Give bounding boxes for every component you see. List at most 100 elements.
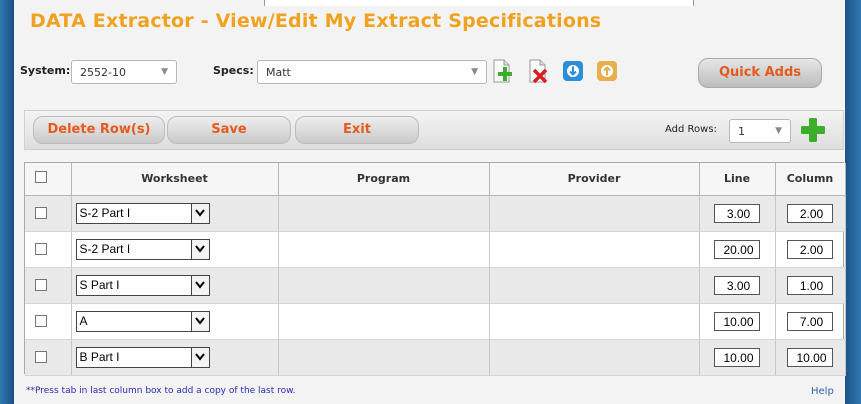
column-cell: 2.00 [775,231,846,268]
add-rows-plus-icon[interactable] [799,116,827,144]
worksheet-cell: S-2 Part I [71,195,279,232]
add-rows-value: 1 [738,125,745,138]
worksheet-value: B Part I [79,350,120,364]
worksheet-value: S-2 Part I [79,206,131,220]
select-all-header [25,163,72,196]
header-row: Worksheet Program Provider Line Column [25,163,846,196]
row-checkbox[interactable] [35,278,47,291]
table-row: S Part I 3.00 1.00 [25,267,846,304]
row-select-cell [25,303,72,340]
column-header-program: Program [278,163,490,196]
delete-rows-button[interactable]: Delete Row(s) [33,116,165,144]
provider-cell[interactable] [489,339,700,376]
line-input[interactable]: 3.00 [714,204,760,223]
main-panel: DATA Extractor - View/Edit My Extract Sp… [14,0,846,404]
provider-cell[interactable] [489,195,700,232]
chevron-down-icon [190,204,209,223]
line-input[interactable]: 10.00 [714,348,760,367]
chevron-down-icon [190,276,209,295]
table-row: A 10.00 7.00 [25,303,846,340]
line-input[interactable]: 20.00 [714,240,760,259]
column-cell: 10.00 [775,339,846,376]
column-header-line: Line [699,163,776,196]
table-row: S-2 Part I 20.00 2.00 [25,231,846,268]
table-row: S-2 Part I 3.00 2.00 [25,195,846,232]
row-checkbox[interactable] [35,350,47,363]
worksheet-select[interactable]: S-2 Part I [75,239,210,260]
footer-note: **Press tab in last column box to add a … [26,386,296,396]
table-row: B Part I 10.00 10.00 [25,339,846,376]
add-spec-icon[interactable] [490,58,514,83]
column-header-column: Column [775,163,846,196]
system-label: System: [20,64,71,77]
specs-select[interactable]: Matt ▼ [257,60,487,84]
left-background [0,0,14,404]
row-select-cell [25,195,72,232]
chevron-down-icon [190,240,209,259]
specs-value: Matt [266,66,291,79]
column-input[interactable]: 10.00 [787,348,833,367]
add-rows-select[interactable]: 1 ▼ [729,119,791,143]
worksheet-select[interactable]: A [75,311,210,332]
column-header-provider: Provider [489,163,700,196]
worksheet-cell: A [71,303,279,340]
system-select[interactable]: 2552-10 ▼ [71,60,177,84]
provider-cell[interactable] [489,231,700,268]
line-cell: 3.00 [699,267,776,304]
exit-button[interactable]: Exit [295,116,419,144]
provider-cell[interactable] [489,303,700,340]
line-input[interactable]: 3.00 [714,276,760,295]
add-rows-label: Add Rows: [665,124,717,135]
column-input[interactable]: 2.00 [787,240,833,259]
worksheet-value: A [79,314,88,328]
row-checkbox[interactable] [35,242,47,255]
chevron-down-icon: ▼ [471,67,478,77]
line-cell: 3.00 [699,195,776,232]
provider-cell[interactable] [489,267,700,304]
download-icon[interactable] [562,60,586,84]
column-header-worksheet: Worksheet [71,163,279,196]
save-button[interactable]: Save [167,116,291,144]
worksheet-cell: S-2 Part I [71,231,279,268]
quick-adds-button[interactable]: Quick Adds [698,58,822,88]
spec-grid: Worksheet Program Provider Line Column S… [24,162,846,376]
select-all-checkbox[interactable] [35,171,47,184]
row-checkbox[interactable] [35,314,47,327]
row-checkbox[interactable] [35,206,47,219]
row-select-cell [25,267,72,304]
column-input[interactable]: 2.00 [787,204,833,223]
worksheet-value: S-2 Part I [79,242,131,256]
delete-spec-icon[interactable] [526,58,550,84]
worksheet-select[interactable]: B Part I [75,347,210,368]
column-input[interactable]: 7.00 [787,312,833,331]
line-input[interactable]: 10.00 [714,312,760,331]
page-title: DATA Extractor - View/Edit My Extract Sp… [30,10,602,32]
row-select-cell [25,339,72,376]
row-select-cell [25,231,72,268]
program-cell[interactable] [278,339,490,376]
help-link[interactable]: Help [811,386,834,397]
worksheet-cell: B Part I [71,339,279,376]
program-cell[interactable] [278,231,490,268]
chevron-down-icon [190,312,209,331]
chevron-down-icon [190,348,209,367]
program-cell[interactable] [278,267,490,304]
worksheet-select[interactable]: S Part I [75,275,210,296]
line-cell: 10.00 [699,303,776,340]
worksheet-cell: S Part I [71,267,279,304]
right-background [843,0,861,404]
specs-label: Specs: [213,64,254,77]
system-value: 2552-10 [80,66,126,79]
chevron-down-icon: ▼ [775,126,782,136]
program-cell[interactable] [278,303,490,340]
upload-icon[interactable] [596,60,620,84]
worksheet-value: S Part I [79,278,120,292]
line-cell: 10.00 [699,339,776,376]
worksheet-select[interactable]: S-2 Part I [75,203,210,224]
column-cell: 1.00 [775,267,846,304]
column-input[interactable]: 1.00 [787,276,833,295]
column-cell: 7.00 [775,303,846,340]
line-cell: 20.00 [699,231,776,268]
program-cell[interactable] [278,195,490,232]
toolbar: Delete Row(s) Save Exit Add Rows: 1 ▼ [24,110,844,150]
